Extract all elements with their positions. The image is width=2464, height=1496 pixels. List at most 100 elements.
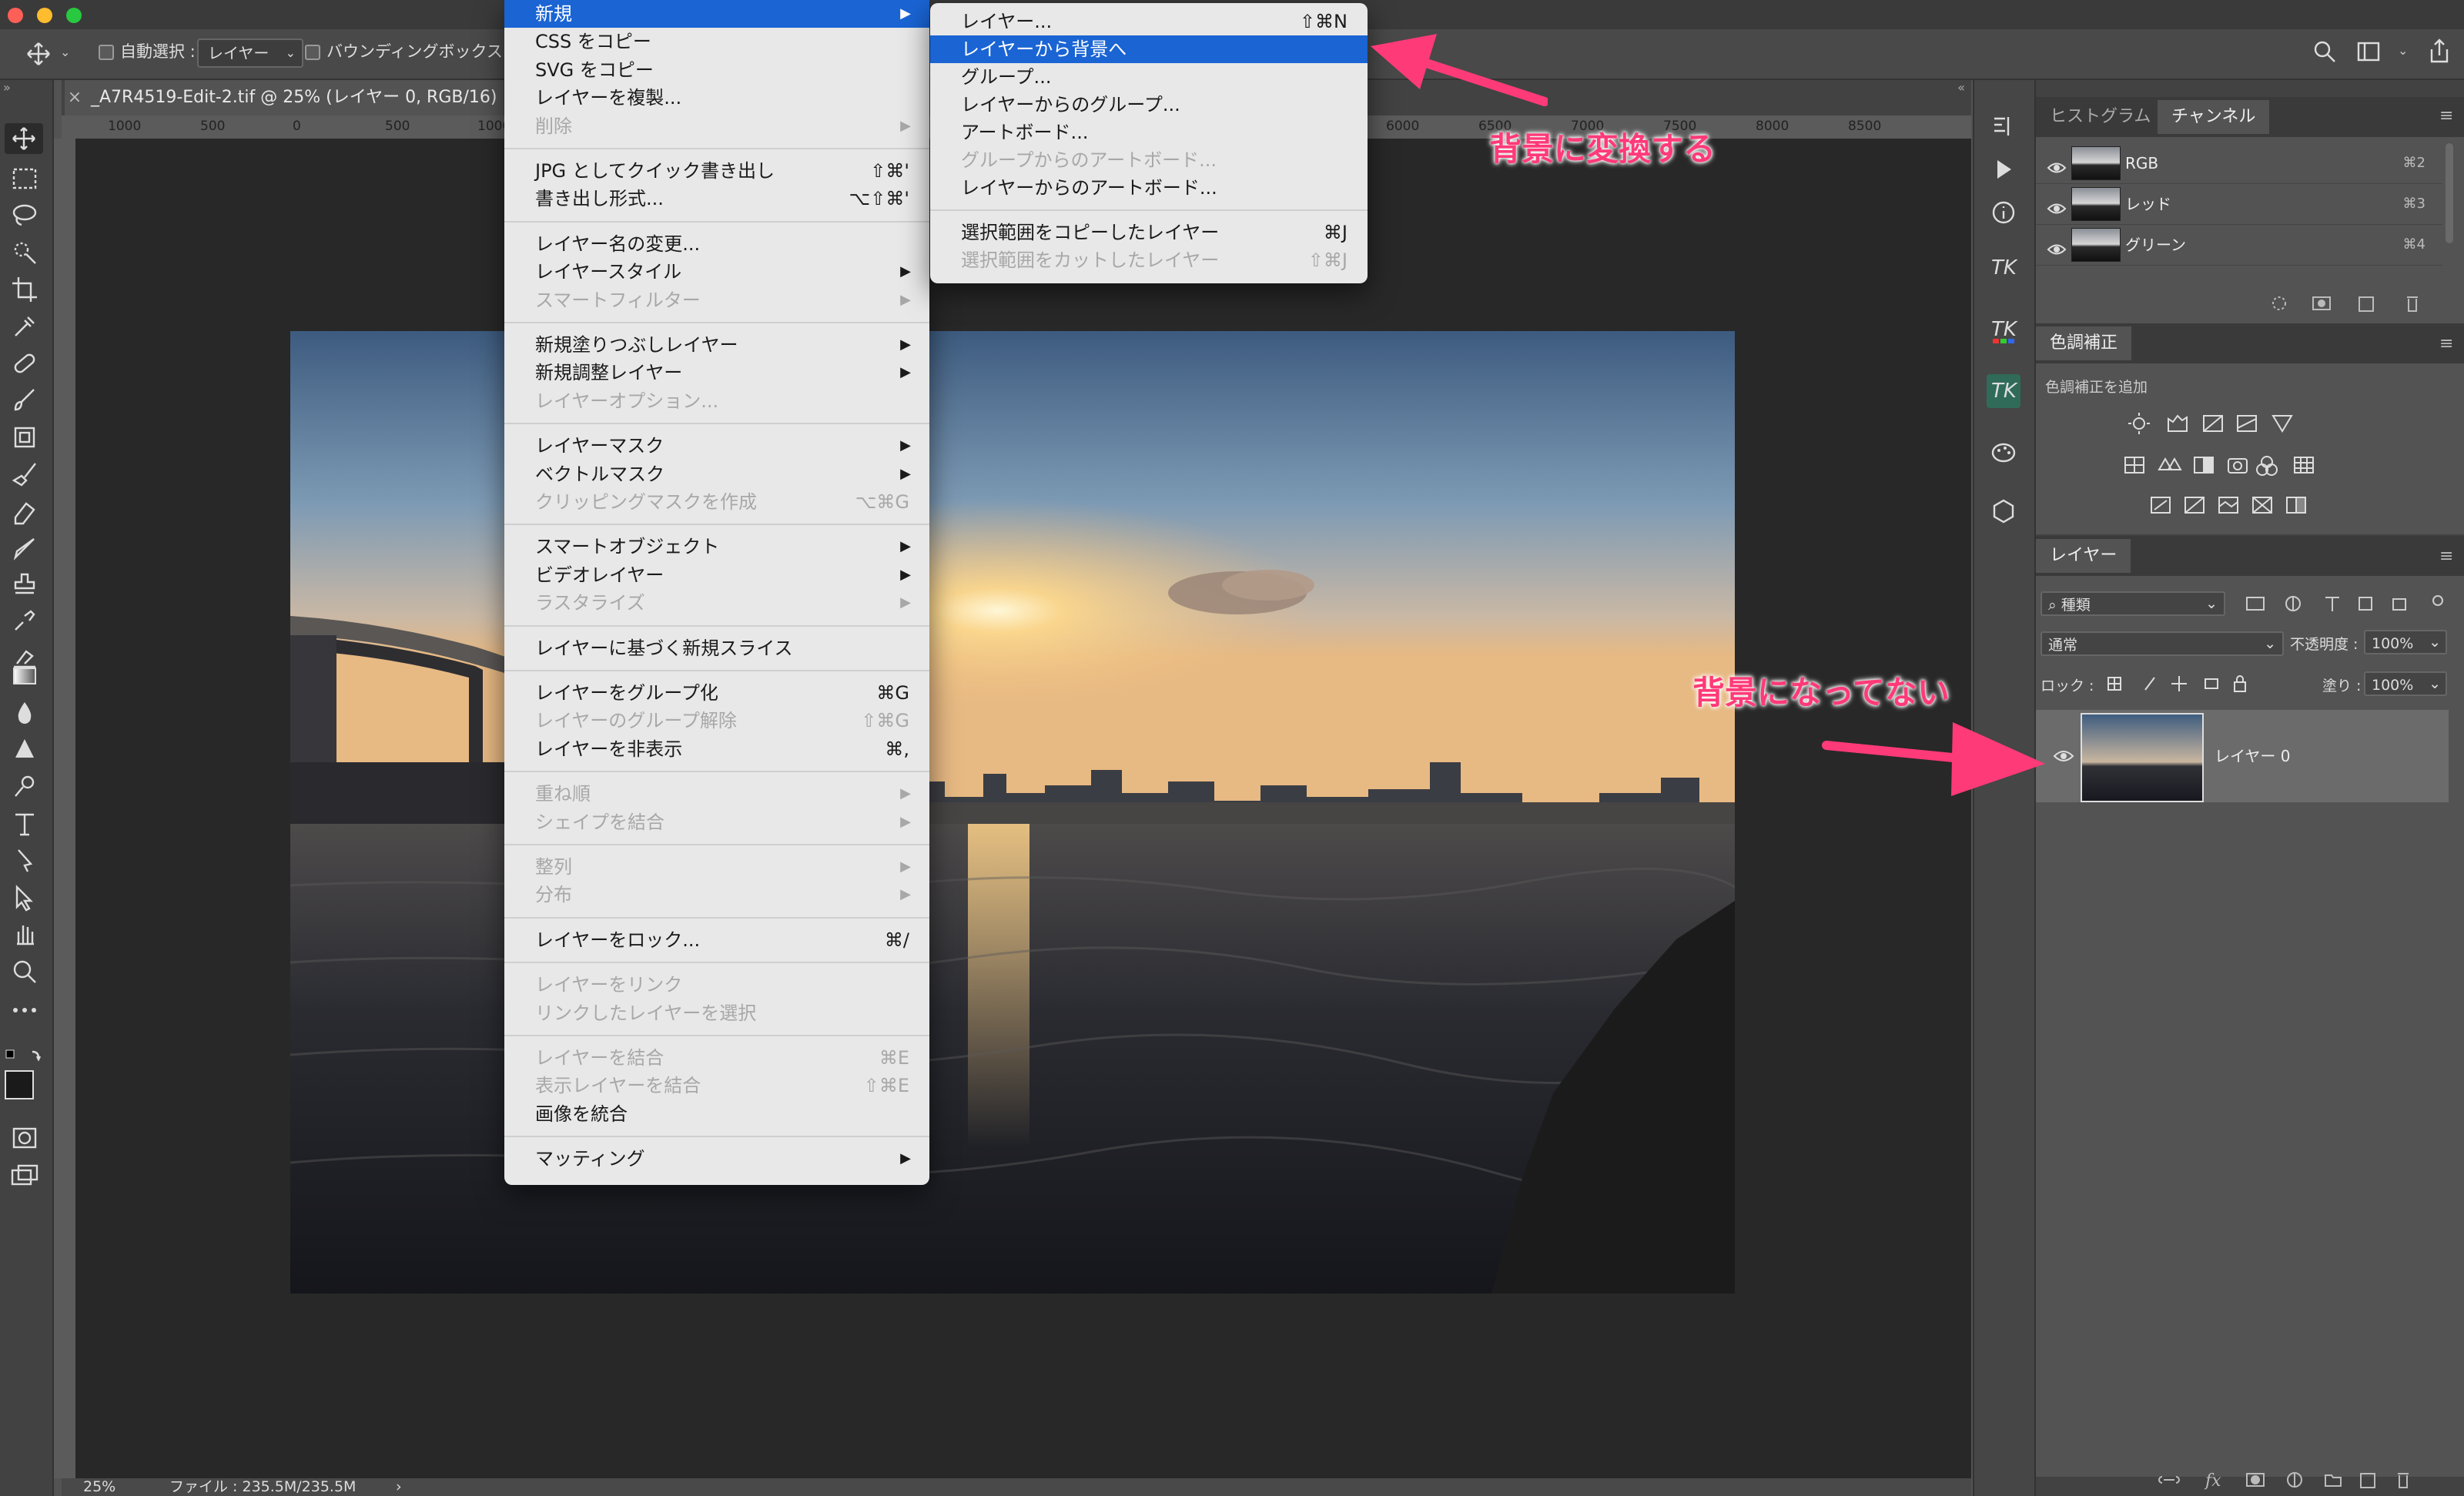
layer-menu-item-2[interactable]: SVG をコピー xyxy=(504,56,929,84)
panel-menu-icon[interactable]: ≡ xyxy=(2439,106,2453,126)
auto-select-dropdown[interactable]: レイヤー ⌄ xyxy=(197,38,303,68)
layer-menu-item-6[interactable]: JPG としてクイック書き出し ⇧⌘' xyxy=(504,157,929,185)
layer-menu-item-1[interactable]: CSS をコピー xyxy=(504,28,929,55)
layer-menu-item-46[interactable]: マッティング ▶ xyxy=(504,1145,929,1173)
channel-row[interactable]: レッド ⌘3 xyxy=(2036,184,2442,225)
new-submenu-item-3[interactable]: レイヤーからのグループ... xyxy=(930,91,1368,119)
collapse-panels-icon[interactable]: « xyxy=(1957,80,1965,95)
opacity-input[interactable]: 100% ⌄ xyxy=(2364,630,2447,654)
move-tool-icon[interactable] xyxy=(23,40,54,68)
marquee-tool-icon[interactable] xyxy=(8,162,42,196)
crop-tool-icon[interactable] xyxy=(8,273,42,306)
layer-menu-item-37[interactable]: レイヤーをロック... ⌘/ xyxy=(504,926,929,954)
actions-play-icon[interactable] xyxy=(1990,156,2017,183)
layer-menu-item-25[interactable]: レイヤーに基づく新規スライス xyxy=(504,634,929,662)
tab-adjustments[interactable]: 色調補正 xyxy=(2036,326,2132,360)
pen-tool-icon[interactable] xyxy=(8,770,42,804)
layer-filter-dropdown[interactable]: ⌕ 種類 ⌄ xyxy=(2040,591,2225,616)
bounding-box-checkbox[interactable]: バウンディングボックスを xyxy=(305,38,519,65)
layer-menu-item-44[interactable]: 画像を統合 xyxy=(504,1100,929,1128)
close-window-button[interactable] xyxy=(8,8,23,23)
layer-menu-item-17[interactable]: レイヤーマスク ▶ xyxy=(504,432,929,460)
search-icon[interactable] xyxy=(2312,38,2338,65)
stamp-tool-icon[interactable] xyxy=(8,420,42,454)
tab-channels[interactable]: チャンネル xyxy=(2158,100,2270,134)
history-tool-icon[interactable] xyxy=(8,605,42,639)
layer-menu-item-13[interactable]: 新規塗りつぶしレイヤー ▶ xyxy=(504,331,929,359)
blend-mode-dropdown[interactable]: 通常 ⌄ xyxy=(2040,631,2284,656)
layer-menu-item-22[interactable]: ビデオレイヤー ▶ xyxy=(504,561,929,589)
gradient-tool-icon[interactable] xyxy=(8,659,42,693)
new-submenu-item-8[interactable]: 選択範囲をコピーしたレイヤー ⌘J xyxy=(930,219,1368,246)
layers-menu-icon[interactable]: ≡ xyxy=(2439,547,2453,566)
layer-menu-item-18[interactable]: ベクトルマスク ▶ xyxy=(504,460,929,488)
palette-icon[interactable] xyxy=(1990,439,2017,467)
layer-row[interactable]: レイヤー 0 xyxy=(2036,710,2449,802)
layer-name[interactable]: レイヤー 0 xyxy=(2215,744,2290,766)
layer-menu-item-27[interactable]: レイヤーをグループ化 ⌘G xyxy=(504,679,929,707)
channels-scrollbar[interactable] xyxy=(2446,143,2453,243)
status-menu-arrow-icon[interactable]: › xyxy=(396,1478,402,1496)
layer-menu-item-14[interactable]: 新規調整レイヤー ▶ xyxy=(504,359,929,387)
minimize-window-button[interactable] xyxy=(37,8,52,23)
new-submenu-item-1[interactable]: レイヤーから背景へ xyxy=(930,35,1368,63)
channel-row[interactable]: RGB ⌘2 xyxy=(2036,143,2442,184)
history-brush-tool-icon[interactable] xyxy=(8,457,42,491)
eraser-tool-icon[interactable] xyxy=(8,494,42,528)
zoom-level[interactable]: 25% xyxy=(83,1478,116,1496)
zoom-tool-icon[interactable] xyxy=(8,955,42,989)
quick-mask-icon[interactable] xyxy=(8,1121,42,1155)
layer-menu-item-3[interactable]: レイヤーを複製... xyxy=(504,84,929,112)
lasso-tool-icon[interactable] xyxy=(8,199,42,233)
layer-menu-item-29[interactable]: レイヤーを非表示 ⌘, xyxy=(504,735,929,763)
brush-tool-icon[interactable] xyxy=(8,383,42,417)
tab-histogram[interactable]: ヒストグラム xyxy=(2036,100,2164,134)
eye-icon[interactable] xyxy=(2053,745,2074,767)
more-tools-icon[interactable] xyxy=(8,993,42,1027)
new-submenu-item-6[interactable]: レイヤーからのアートボード... xyxy=(930,174,1368,202)
tab-layers[interactable]: レイヤー xyxy=(2036,539,2131,573)
layer-menu-item-10[interactable]: レイヤースタイル ▶ xyxy=(504,258,929,286)
blur-tool-icon[interactable] xyxy=(8,696,42,730)
dodge-tool-icon[interactable] xyxy=(8,733,42,767)
workspace-chevron-icon[interactable]: ⌄ xyxy=(2398,43,2408,58)
hand-tool-icon[interactable] xyxy=(8,918,42,952)
workspace-icon[interactable] xyxy=(2356,40,2384,63)
collapse-toolbar-icon[interactable]: » xyxy=(3,80,11,95)
tk-color-panel-icon[interactable]: TK xyxy=(1987,314,2020,348)
lock-icons[interactable] xyxy=(2105,671,2251,696)
move-tool-button[interactable] xyxy=(5,123,43,154)
adjustments-menu-icon[interactable]: ≡ xyxy=(2439,334,2453,353)
eye-icon[interactable] xyxy=(2047,152,2067,173)
eyedropper-tool-icon[interactable] xyxy=(8,310,42,343)
screen-mode-icon[interactable] xyxy=(8,1160,42,1193)
swap-colors-icon[interactable] xyxy=(5,1047,45,1064)
info-icon[interactable] xyxy=(1990,199,2017,226)
layer-filter-icons[interactable] xyxy=(2245,591,2446,616)
zoom-window-button[interactable] xyxy=(66,8,82,23)
3d-panel-icon[interactable] xyxy=(1990,497,2017,525)
new-submenu-item-0[interactable]: レイヤー... ⇧⌘N xyxy=(930,8,1368,35)
foreground-color-swatch[interactable] xyxy=(5,1070,34,1099)
pen-brush-tool-icon[interactable] xyxy=(8,531,42,565)
document-tab[interactable]: × _A7R4519-Edit-2.tif @ 25% (レイヤー 0, RGB… xyxy=(65,80,504,115)
layer-menu-item-7[interactable]: 書き出し形式... ⌥⇧⌘' xyxy=(504,185,929,213)
new-submenu-item-2[interactable]: グループ... xyxy=(930,63,1368,91)
eye-icon[interactable] xyxy=(2047,234,2067,255)
eye-icon[interactable] xyxy=(2047,193,2067,214)
share-icon[interactable] xyxy=(2426,37,2453,65)
close-tab-icon[interactable]: × xyxy=(65,80,85,115)
tool-preset-chevron-icon[interactable]: ⌄ xyxy=(60,45,70,59)
direct-select-tool-icon[interactable] xyxy=(8,881,42,915)
tk-mask-panel-icon[interactable]: TK xyxy=(1987,374,2020,408)
auto-select-checkbox[interactable]: 自動選択 : xyxy=(99,38,196,65)
history-panel-icon[interactable] xyxy=(1990,112,2017,140)
layer-menu-item-9[interactable]: レイヤー名の変更... xyxy=(504,230,929,258)
ruler-vertical[interactable] xyxy=(54,139,76,1478)
layer-menu-item-0[interactable]: 新規 ▶ xyxy=(504,0,929,28)
adjustment-icons-grid[interactable] xyxy=(2122,408,2322,524)
channel-row[interactable]: グリーン ⌘4 xyxy=(2036,225,2442,266)
type-tool-icon[interactable] xyxy=(8,807,42,841)
layer-menu-item-21[interactable]: スマートオブジェクト ▶ xyxy=(504,533,929,561)
stamp-alt-tool-icon[interactable] xyxy=(8,568,42,602)
